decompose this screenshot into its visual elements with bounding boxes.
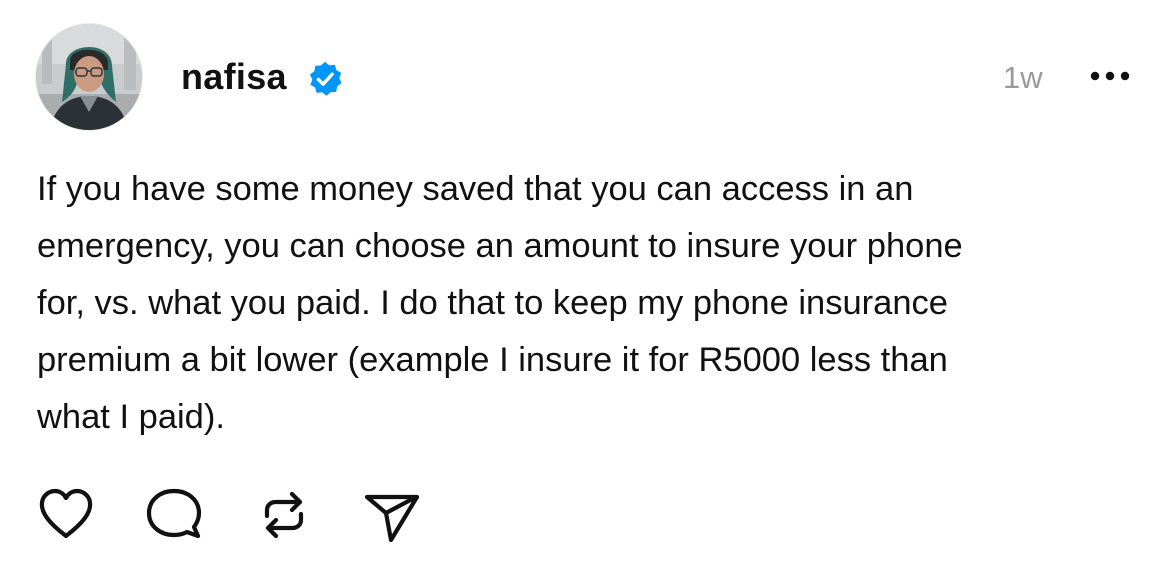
repost-icon [264, 491, 304, 539]
thread-post: nafisa 1w If you have some money saved t… [0, 0, 1154, 578]
send-icon [364, 494, 420, 543]
verified-badge-icon [306, 60, 344, 98]
post-text-line: premium a bit lower (example I insure it… [37, 341, 948, 379]
post-timestamp: 1w [1003, 60, 1043, 95]
share-button[interactable] [363, 486, 421, 544]
comment-bubble-icon [146, 488, 202, 539]
repost-button[interactable] [255, 486, 313, 544]
more-options-button[interactable] [1087, 64, 1133, 88]
avatar[interactable] [36, 24, 142, 130]
post-text-line: If you have some money saved that you ca… [37, 170, 914, 208]
more-options-icon [1090, 71, 1130, 81]
heart-icon [39, 488, 93, 539]
post-text-line: emergency, you can choose an amount to i… [37, 227, 963, 265]
post-text-line: for, vs. what you paid. I do that to kee… [37, 284, 948, 322]
comment-button[interactable] [145, 486, 203, 544]
author-username[interactable]: nafisa [181, 55, 287, 99]
like-button[interactable] [37, 486, 95, 544]
post-text: If you have some money saved that you ca… [37, 161, 1137, 446]
post-text-line: what I paid). [37, 398, 225, 436]
profile-photo [36, 24, 142, 130]
